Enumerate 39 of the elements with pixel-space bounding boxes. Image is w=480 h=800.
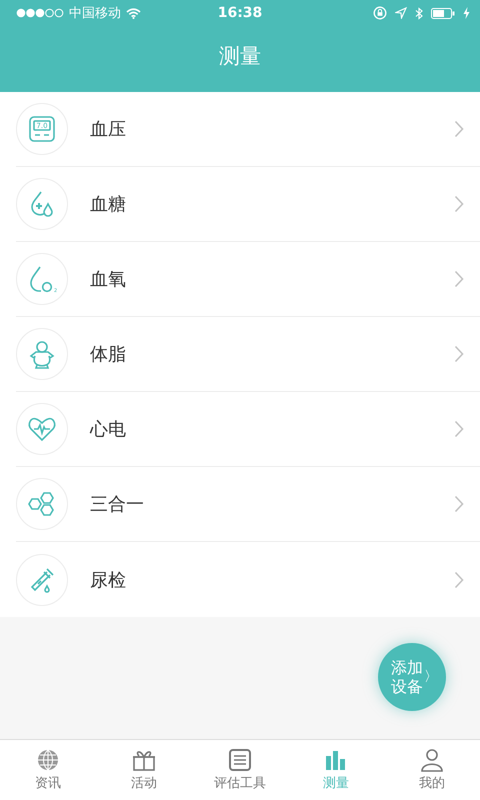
chevron-right-icon <box>454 345 464 363</box>
tab[interactable]: 评估工具 <box>192 740 288 800</box>
carrier-name: 中国移动 <box>69 5 121 22</box>
clock-time: 16:38 <box>218 5 262 21</box>
measurement-item[interactable]: 血糖 <box>16 167 480 242</box>
item-label: 血氧 <box>90 268 127 291</box>
tab[interactable]: 资讯 <box>0 740 96 800</box>
charging-icon <box>463 7 470 19</box>
chevron-right-icon <box>454 195 464 213</box>
globe-icon <box>35 748 61 772</box>
chevron-right-icon <box>454 420 464 438</box>
measurement-item[interactable]: 体脂 <box>16 317 480 392</box>
wifi-icon <box>126 8 141 18</box>
list-icon <box>227 748 253 772</box>
measurement-item[interactable]: 三合一 <box>16 467 480 542</box>
item-label: 血糖 <box>90 193 127 216</box>
measurement-item[interactable]: 心电 <box>16 392 480 467</box>
signal-icon <box>16 8 64 18</box>
rotation-lock-icon <box>373 6 387 20</box>
item-label: 血压 <box>90 118 127 141</box>
page-title: 测量 <box>219 43 261 70</box>
location-icon <box>395 7 407 19</box>
chevron-right-icon <box>454 570 464 588</box>
figure-icon <box>27 339 57 369</box>
chevron-right-icon <box>454 120 464 138</box>
item-label: 三合一 <box>90 493 145 516</box>
battery-icon <box>431 8 455 18</box>
tab[interactable]: 我的 <box>384 740 480 800</box>
chevron-right-icon <box>454 495 464 513</box>
measurement-item[interactable]: 尿检 <box>16 542 480 617</box>
hexagons-icon <box>27 489 57 519</box>
chevron-right-icon <box>454 270 464 288</box>
person-icon <box>419 748 445 772</box>
bluetooth-icon <box>415 6 423 20</box>
item-label: 心电 <box>90 418 127 441</box>
gift-icon <box>131 748 157 772</box>
item-label: 尿检 <box>90 568 127 592</box>
item-label: 体脂 <box>90 343 127 366</box>
tab[interactable]: 活动 <box>96 740 192 800</box>
